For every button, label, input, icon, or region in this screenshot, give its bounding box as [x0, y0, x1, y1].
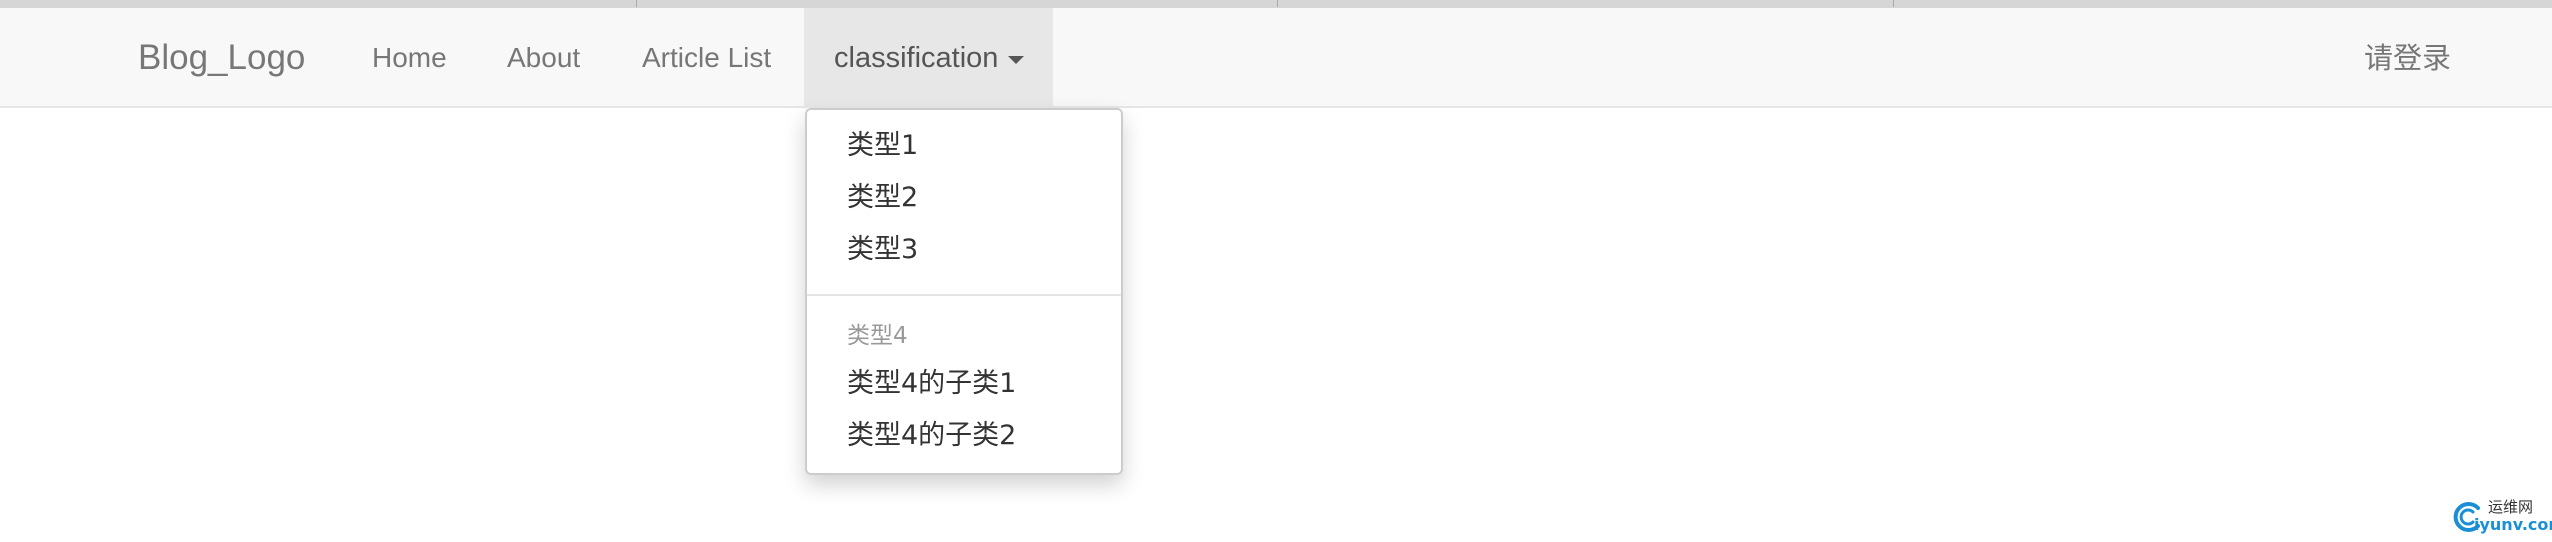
dropdown-divider — [807, 294, 1121, 296]
dropdown-item-type1[interactable]: 类型1 — [807, 122, 1121, 170]
dropdown-item-type4-sub1[interactable]: 类型4的子类1 — [807, 360, 1121, 408]
strip-divider — [1893, 0, 1894, 7]
dropdown-item-type4-sub2[interactable]: 类型4的子类2 — [807, 412, 1121, 460]
dropdown-item-type2[interactable]: 类型2 — [807, 174, 1121, 222]
login-link[interactable]: 请登录 — [2364, 8, 2451, 108]
dropdown-item-type3[interactable]: 类型3 — [807, 226, 1121, 274]
watermark: 运维网 iyunv.com — [2448, 494, 2552, 538]
watermark-cn-text: 运维网 — [2488, 498, 2534, 516]
nav-classification-label: classification — [834, 42, 999, 74]
nav-home[interactable]: Home — [372, 8, 447, 108]
dropdown-header-type4: 类型4 — [847, 323, 908, 349]
strip-divider — [1277, 0, 1278, 7]
nav-classification-dropdown-toggle[interactable]: classification — [804, 8, 1053, 108]
strip-divider — [636, 0, 637, 7]
nav-article-list[interactable]: Article List — [642, 8, 771, 108]
nav-about[interactable]: About — [507, 8, 580, 108]
classification-dropdown-menu: 类型1 类型2 类型3 类型4 类型4的子类1 类型4的子类2 — [805, 108, 1123, 475]
caret-down-icon — [1008, 56, 1024, 64]
brand-logo[interactable]: Blog_Logo — [138, 8, 305, 108]
navbar: Blog_Logo Home About Article List classi… — [0, 8, 2552, 108]
watermark-en-text: iyunv.com — [2474, 515, 2552, 534]
